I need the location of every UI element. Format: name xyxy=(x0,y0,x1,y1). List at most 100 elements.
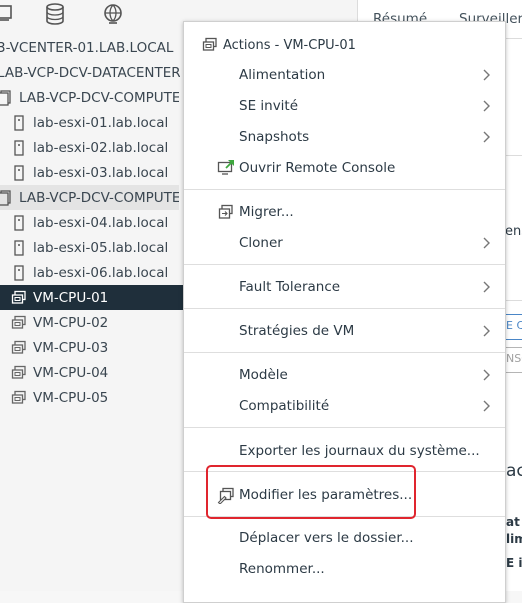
cluster-icon xyxy=(0,89,14,107)
detail-text-fragment: lim xyxy=(506,532,522,546)
menu-item-label: Snapshots xyxy=(239,129,310,145)
host-icon xyxy=(10,214,28,232)
section-heading-fragment: ac xyxy=(506,461,522,481)
menu-item-clone[interactable]: Cloner xyxy=(184,229,505,257)
tree-item-label: LAB-VCP-DCV-COMPUTE xyxy=(19,89,179,106)
tree-item-label: 3-VCENTER-01.LAB.LOCAL xyxy=(0,39,174,56)
vm-icon xyxy=(10,289,28,307)
tree-item-vm[interactable]: VM-CPU-02 xyxy=(10,310,193,335)
menu-item-label: Migrer... xyxy=(239,204,294,220)
tree-item-vm[interactable]: VM-CPU-04 xyxy=(10,360,193,385)
vm-icon xyxy=(10,314,28,332)
tree-item-label: lab-esxi-01.lab.local xyxy=(33,114,169,131)
detail-text-fragment: at c xyxy=(506,515,522,529)
menu-item-vm-policies[interactable]: Stratégies de VM xyxy=(184,317,505,345)
menu-divider xyxy=(184,264,505,265)
menu-divider xyxy=(184,352,505,353)
tree-item-label: VM-CPU-01 xyxy=(33,289,109,306)
chevron-right-icon xyxy=(483,369,490,381)
menu-divider xyxy=(184,189,505,190)
detail-text-fragment: E inv xyxy=(506,556,522,570)
tree-item-label: LAB-VCP-DCV-DATACENTER xyxy=(0,64,180,81)
menu-divider xyxy=(184,427,505,428)
host-icon xyxy=(10,239,28,257)
menu-item-label: Renommer... xyxy=(239,561,325,577)
highlight-annotation xyxy=(206,465,416,519)
chevron-right-icon xyxy=(483,237,490,249)
tree-item-host[interactable]: lab-esxi-03.lab.local xyxy=(10,160,193,185)
tree-item-cluster[interactable]: LAB-VCP-DCV-COMPUTE xyxy=(0,85,179,110)
tree-item-label: lab-esxi-04.lab.local xyxy=(33,214,169,231)
tree-item-host[interactable]: lab-esxi-04.lab.local xyxy=(10,210,193,235)
menu-item-template[interactable]: Modèle xyxy=(184,361,505,389)
chevron-right-icon xyxy=(483,100,490,112)
tree-item-label: VM-CPU-04 xyxy=(33,364,109,381)
menu-item-compatibility[interactable]: Compatibilité xyxy=(184,392,505,420)
menu-title-label: Actions - VM-CPU-01 xyxy=(223,37,356,53)
tree-item-vm[interactable]: VM-CPU-05 xyxy=(10,385,193,410)
tree-item-host[interactable]: lab-esxi-01.lab.local xyxy=(10,110,193,135)
tree-item-label: LAB-VCP-DCV-COMPUTE xyxy=(19,189,179,206)
host-icon xyxy=(10,164,28,182)
menu-item-label: Ouvrir Remote Console xyxy=(239,160,396,176)
migrate-icon xyxy=(217,203,235,221)
tree-item-label: lab-esxi-03.lab.local xyxy=(33,164,169,181)
remote-console-icon xyxy=(217,159,235,177)
menu-divider xyxy=(184,308,505,309)
tree-item-label: lab-esxi-02.lab.local xyxy=(33,139,169,156)
menu-item-move-to-folder[interactable]: Déplacer vers le dossier... xyxy=(184,524,505,552)
menu-item-label: Fault Tolerance xyxy=(239,279,341,295)
tree-item-vcenter[interactable]: 3-VCENTER-01.LAB.LOCAL xyxy=(0,35,180,60)
tree-item-datacenter[interactable]: LAB-VCP-DCV-DATACENTER xyxy=(0,60,180,85)
menu-item-label: SE invité xyxy=(239,98,299,114)
vm-icon xyxy=(10,389,28,407)
menu-item-snapshots[interactable]: Snapshots xyxy=(184,123,505,151)
menu-item-rename[interactable]: Renommer... xyxy=(184,555,505,583)
vm-icon xyxy=(10,339,28,357)
menu-title: Actions - VM-CPU-01 xyxy=(202,37,356,53)
host-icon xyxy=(10,264,28,282)
menu-item-label: Exporter les journaux du système... xyxy=(239,443,480,459)
menu-item-migrate[interactable]: Migrer... xyxy=(184,198,505,226)
tree-item-cluster[interactable]: LAB-VCP-DCV-COMPUTE xyxy=(0,185,179,210)
menu-item-power[interactable]: Alimentation xyxy=(184,61,505,89)
tree-item-label: VM-CPU-05 xyxy=(33,389,109,406)
tree-item-host[interactable]: lab-esxi-02.lab.local xyxy=(10,135,193,160)
menu-item-label: Compatibilité xyxy=(239,398,330,414)
tree-item-vm[interactable]: VM-CPU-03 xyxy=(10,335,193,360)
menu-item-label: Alimentation xyxy=(239,67,326,83)
menu-item-guest-os[interactable]: SE invité xyxy=(184,92,505,120)
tree-item-host[interactable]: lab-esxi-06.lab.local xyxy=(10,260,193,285)
chevron-right-icon xyxy=(483,400,490,412)
menu-item-remote-console[interactable]: Ouvrir Remote Console xyxy=(184,154,505,182)
menu-item-label: Stratégies de VM xyxy=(239,323,355,339)
detail-text-fragment: ensi xyxy=(505,224,522,239)
host-icon xyxy=(10,139,28,157)
tree-item-label: lab-esxi-05.lab.local xyxy=(33,239,169,256)
tree-item-label: VM-CPU-02 xyxy=(33,314,109,331)
divider xyxy=(504,300,522,301)
chevron-right-icon xyxy=(483,325,490,337)
divider xyxy=(504,155,522,156)
vm-icon xyxy=(10,364,28,382)
tree-item-label: VM-CPU-03 xyxy=(33,339,109,356)
cluster-icon xyxy=(0,189,14,207)
menu-item-label: Cloner xyxy=(239,235,283,251)
menu-item-label: Modèle xyxy=(239,367,288,383)
storage-view-icon[interactable] xyxy=(43,2,67,26)
detail-action-button[interactable]: E C xyxy=(505,314,522,340)
vm-icon xyxy=(202,37,218,53)
menu-item-export-logs[interactable]: Exporter les journaux du système... xyxy=(184,437,505,465)
hosts-clusters-view-icon[interactable] xyxy=(0,2,18,26)
tree-item-host[interactable]: lab-esxi-05.lab.local xyxy=(10,235,193,260)
tree-item-label: lab-esxi-06.lab.local xyxy=(33,264,169,281)
chevron-right-icon xyxy=(483,131,490,143)
detail-action-button-disabled[interactable]: NSO xyxy=(505,347,522,373)
chevron-right-icon xyxy=(483,69,490,81)
chevron-right-icon xyxy=(483,281,490,293)
tree-item-vm-selected[interactable]: VM-CPU-01 xyxy=(0,285,183,310)
menu-item-label: Déplacer vers le dossier... xyxy=(239,530,414,546)
menu-item-fault-tolerance[interactable]: Fault Tolerance xyxy=(184,273,505,301)
host-icon xyxy=(10,114,28,132)
networking-view-icon[interactable] xyxy=(101,2,125,26)
